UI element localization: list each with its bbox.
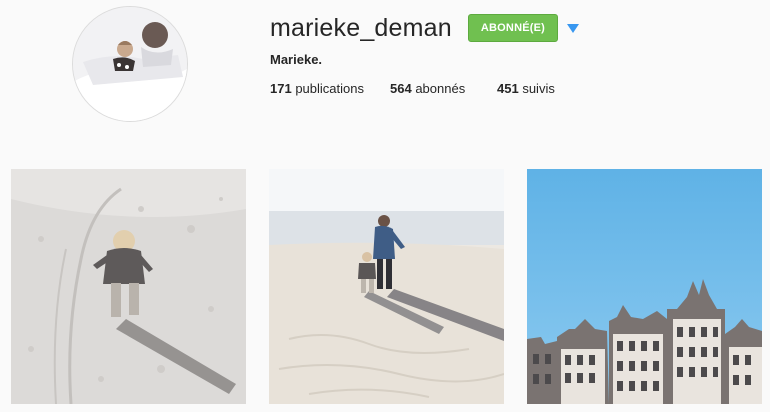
caret-down-icon[interactable] [567, 23, 580, 33]
profile-full-name: Marieke. [270, 52, 323, 67]
followers-stat[interactable]: 564 abonnés [390, 81, 497, 96]
avatar-photo [73, 7, 187, 121]
profile-avatar[interactable] [72, 6, 188, 122]
post-image [527, 169, 762, 404]
following-count: 451 [497, 81, 519, 96]
publications-stat: 171 publications [270, 81, 390, 96]
followers-count: 564 [390, 81, 412, 96]
post-thumbnail[interactable] [269, 169, 504, 404]
profile-page: marieke_deman ABONNÉ(E) Marieke. 171 pub… [0, 0, 770, 412]
publications-count: 171 [270, 81, 292, 96]
username-row: marieke_deman ABONNÉ(E) [270, 12, 580, 44]
publications-label: publications [295, 81, 364, 96]
post-image [11, 169, 246, 404]
post-thumbnail[interactable] [11, 169, 246, 404]
following-label: suivis [522, 81, 555, 96]
post-thumbnail[interactable] [527, 169, 762, 404]
profile-stats: 171 publications 564 abonnés 451 suivis [270, 81, 555, 96]
following-button[interactable]: ABONNÉ(E) [467, 14, 559, 42]
profile-username: marieke_deman [270, 14, 452, 42]
followers-label: abonnés [415, 81, 466, 96]
following-stat[interactable]: 451 suivis [497, 81, 555, 96]
post-image [269, 169, 504, 404]
